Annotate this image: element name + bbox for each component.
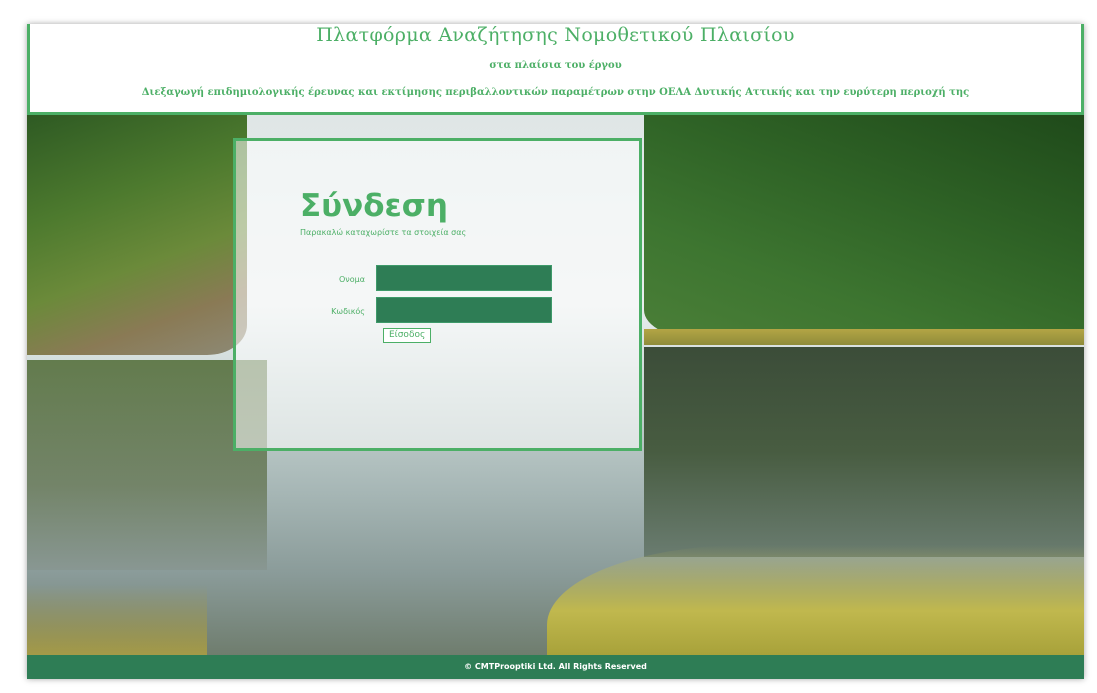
project-description: Διεξαγωγή επιδημιολογικής έρευνας και εκ… — [141, 87, 970, 98]
water-reflection-left — [27, 360, 267, 570]
login-instructions: Παρακαλώ καταχωρίστε τα στοιχεία σας — [300, 228, 467, 237]
grass-foreground-right — [547, 545, 1084, 655]
login-form: Σύνδεση Παρακαλώ καταχωρίστε τα στοιχεία… — [233, 138, 642, 451]
login-title: Σύνδεση — [300, 188, 448, 224]
site-footer: © CMTProoptiki Ltd. All Rights Reserved — [27, 655, 1084, 679]
site-title: Πλατφόρμα Αναζήτησης Νομοθετικού Πλαισίο… — [316, 24, 795, 46]
site-subtitle: στα πλαίσια του έργου — [489, 60, 622, 71]
password-input[interactable] — [376, 297, 552, 323]
water-reflection-right — [644, 347, 1084, 557]
forest-left-image — [27, 115, 247, 355]
username-input[interactable] — [376, 265, 552, 291]
page-frame: Πλατφόρμα Αναζήτησης Νομοθετικού Πλαισίο… — [27, 24, 1084, 679]
copyright-text: © CMTProoptiki Ltd. All Rights Reserved — [464, 662, 647, 671]
site-header: Πλατφόρμα Αναζήτησης Νομοθετικού Πλαισίο… — [27, 24, 1084, 115]
reeds-image — [644, 329, 1084, 345]
login-button[interactable]: Είσοδος — [383, 328, 432, 343]
forest-right-image — [644, 115, 1084, 340]
background-landscape: Σύνδεση Παρακαλώ καταχωρίστε τα στοιχεία… — [27, 115, 1084, 655]
username-label: Ονομα — [338, 275, 365, 284]
password-label: Κωδικός — [331, 307, 365, 316]
grass-foreground-left — [27, 585, 207, 655]
